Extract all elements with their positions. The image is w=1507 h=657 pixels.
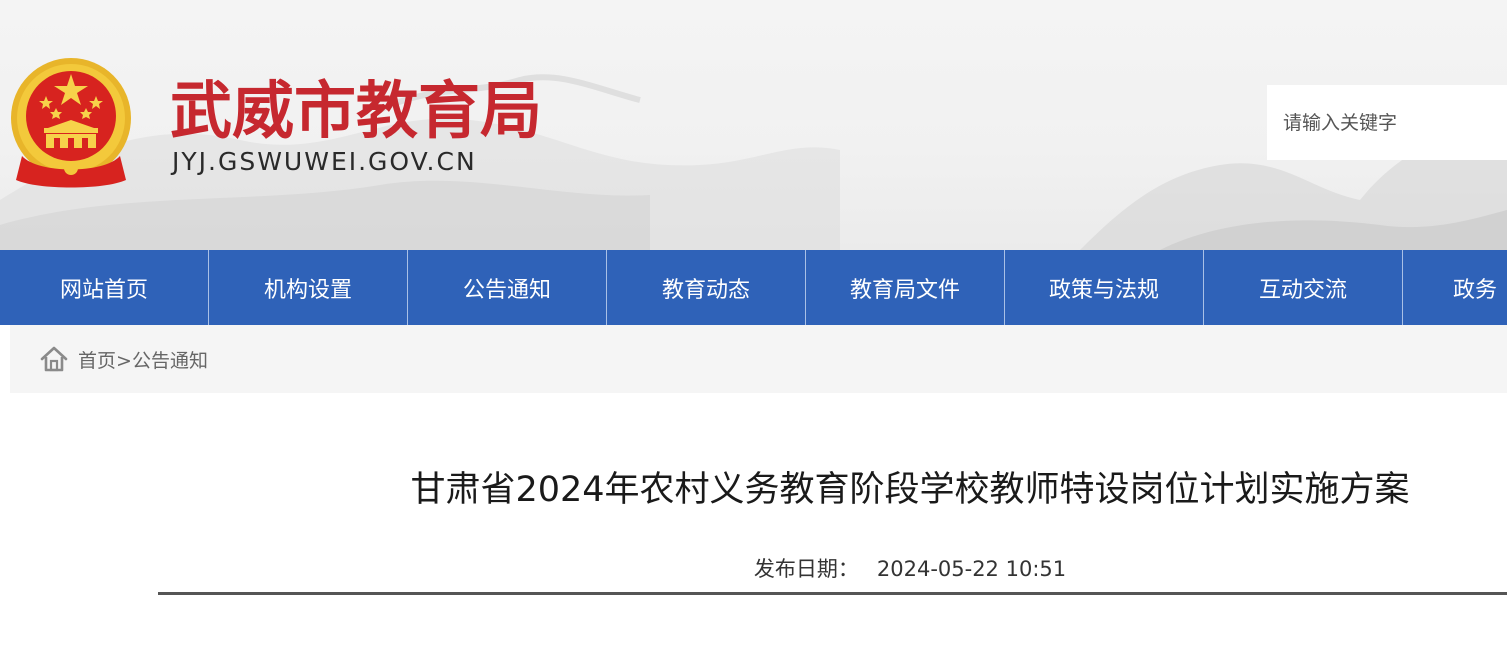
article-title: 甘肃省2024年农村义务教育阶段学校教师特设岗位计划实施方案 <box>410 470 1410 510</box>
site-title: 武威市教育局 <box>170 74 543 147</box>
home-icon[interactable] <box>40 346 68 372</box>
nav-item-government-affairs[interactable]: 政务 <box>1403 250 1507 325</box>
publish-date-value: 2024-05-22 10:51 <box>876 557 1067 581</box>
breadcrumb-trail: 首页>公告通知 <box>78 346 208 373</box>
nav-item-organization[interactable]: 机构设置 <box>209 250 408 325</box>
site-header: 武威市教育局 JYJ.GSWUWEI.GOV.CN <box>0 0 1507 250</box>
nav-item-interaction[interactable]: 互动交流 <box>1204 250 1403 325</box>
search-input[interactable] <box>1267 85 1507 160</box>
nav-item-policies-regulations[interactable]: 政策与法规 <box>1005 250 1204 325</box>
site-domain: JYJ.GSWUWEI.GOV.CN <box>172 147 477 176</box>
title-divider <box>158 592 1507 595</box>
breadcrumb-home-link[interactable]: 首页 <box>78 350 116 372</box>
page: 武威市教育局 JYJ.GSWUWEI.GOV.CN 网站首页 机构设置 公告通知… <box>0 0 1507 657</box>
nav-item-home[interactable]: 网站首页 <box>0 250 209 325</box>
breadcrumb-current-link[interactable]: 公告通知 <box>132 350 208 372</box>
nav-item-bureau-documents[interactable]: 教育局文件 <box>806 250 1005 325</box>
publish-info: 发布日期： 2024-05-22 10:51 <box>158 551 1507 587</box>
nav-item-education-news[interactable]: 教育动态 <box>607 250 806 325</box>
breadcrumb: 首页>公告通知 <box>10 325 1507 393</box>
nav-item-announcements[interactable]: 公告通知 <box>408 250 607 325</box>
national-emblem-icon <box>11 58 131 188</box>
publish-date-label: 发布日期： <box>753 557 859 581</box>
breadcrumb-separator: > <box>116 349 132 372</box>
main-nav: 网站首页 机构设置 公告通知 教育动态 教育局文件 政策与法规 互动交流 政务 <box>0 250 1507 325</box>
